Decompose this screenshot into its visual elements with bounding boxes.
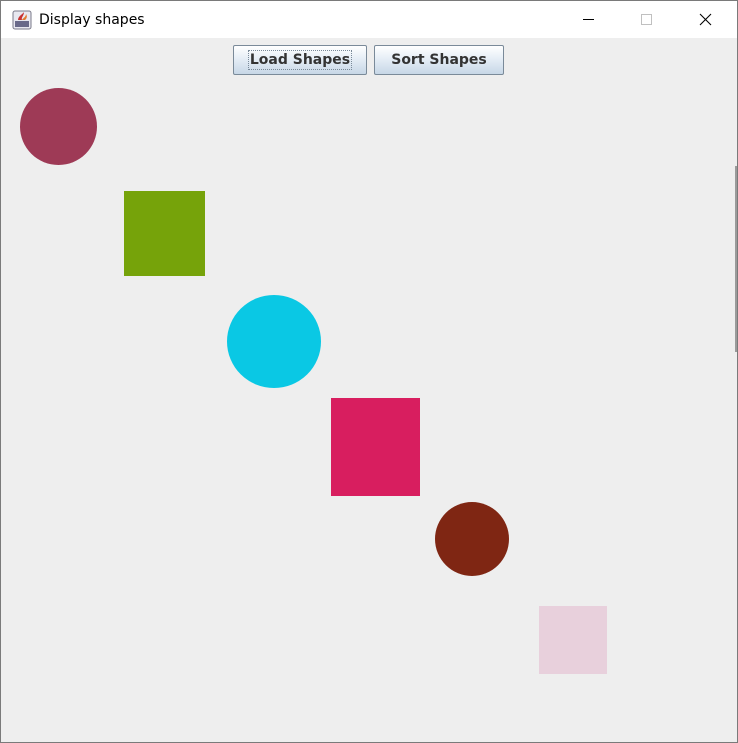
maximize-button[interactable] <box>623 1 669 38</box>
java-app-icon <box>12 10 32 30</box>
sort-shapes-button[interactable]: Sort Shapes <box>374 45 504 75</box>
load-shapes-label: Load Shapes <box>247 50 353 70</box>
shape-square <box>331 398 420 496</box>
maximize-icon <box>641 14 652 25</box>
window-title: Display shapes <box>39 12 145 28</box>
minimize-icon <box>583 19 594 20</box>
shapes-panel: Load Shapes Sort Shapes <box>1 38 737 742</box>
shape-circle <box>227 295 321 388</box>
scroll-edge-marker <box>735 166 737 352</box>
title-bar[interactable]: Display shapes <box>1 1 737 38</box>
load-shapes-button[interactable]: Load Shapes <box>233 45 367 75</box>
shape-square <box>539 606 607 674</box>
shape-square <box>124 191 205 276</box>
app-window: Display shapes Load Shapes Sort Shapes <box>0 0 738 743</box>
shape-circle <box>435 502 509 576</box>
sort-shapes-label: Sort Shapes <box>391 52 487 68</box>
shape-circle <box>20 88 97 165</box>
close-button[interactable] <box>682 1 728 38</box>
close-icon <box>699 13 712 26</box>
minimize-button[interactable] <box>565 1 611 38</box>
